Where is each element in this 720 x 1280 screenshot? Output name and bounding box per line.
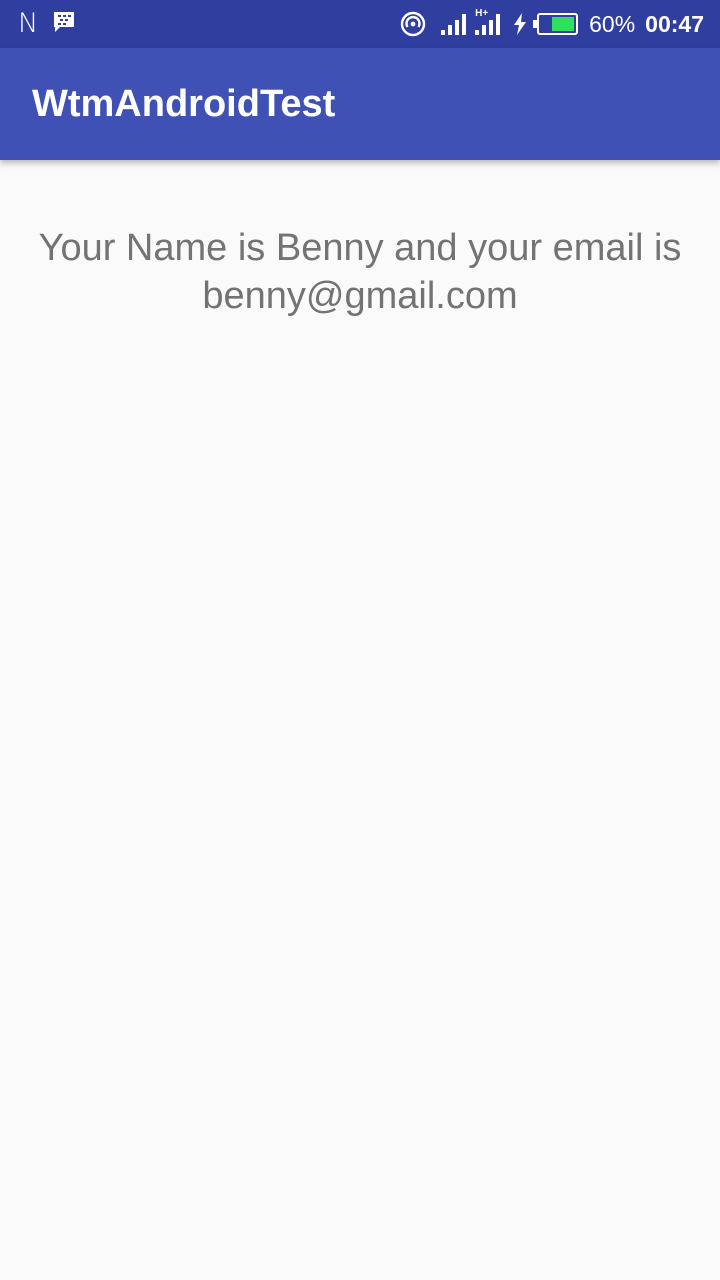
signal-hplus-icon: H+: [475, 9, 501, 35]
signal-icon: [441, 13, 467, 35]
charging-bolt-icon: [513, 13, 527, 35]
n-letter-icon: N: [18, 8, 39, 39]
app-bar: WtmAndroidTest: [0, 48, 720, 160]
status-bar-left: N: [18, 10, 76, 38]
network-type-badge: H+: [475, 8, 489, 19]
status-bar: N H+ 60% 00:47: [0, 0, 720, 48]
battery-icon: [533, 13, 579, 35]
hotspot-icon: [399, 10, 427, 38]
battery-percent: 60%: [589, 11, 636, 37]
main-content: Your Name is Benny and your email is ben…: [0, 160, 720, 1280]
greeting-message: Your Name is Benny and your email is ben…: [38, 227, 682, 317]
status-bar-right: H+ 60% 00:47: [399, 8, 704, 40]
bbm-chat-icon: [52, 10, 76, 39]
clock: 00:47: [645, 11, 704, 37]
app-title: WtmAndroidTest: [32, 83, 336, 125]
